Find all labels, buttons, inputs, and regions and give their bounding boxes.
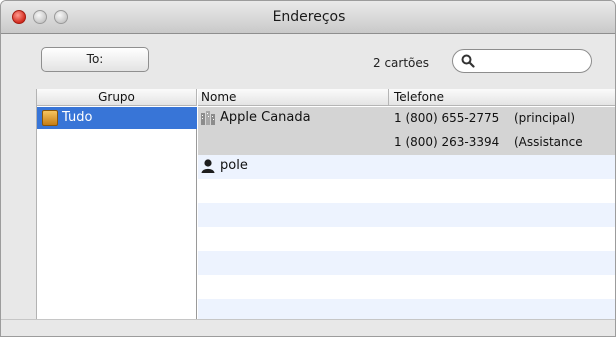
list-item-apple-canada[interactable]: Apple Canada 1 (800) 655-2775 (principal…	[198, 107, 615, 155]
toolbar: To: 2 cartões	[1, 35, 615, 89]
phone-label: (principal)	[514, 111, 576, 125]
column-divider[interactable]	[388, 89, 389, 106]
row-stripe	[198, 251, 615, 275]
list-header: Nome Telefone	[198, 89, 615, 106]
content-area: Grupo Nome Telefone Tudo Apple Canada 1 …	[36, 89, 615, 319]
row-stripe	[198, 203, 615, 227]
row-stripe	[198, 299, 615, 319]
phone-number: 1 (800) 263-3394	[394, 135, 500, 149]
address-window: Endereços To: 2 cartões Grupo Nome Telef…	[0, 0, 616, 337]
window-bottom-bar	[1, 319, 615, 336]
address-book-group-icon	[42, 110, 58, 126]
contact-list: Apple Canada 1 (800) 655-2775 (principal…	[198, 107, 615, 319]
title-bar[interactable]: Endereços	[1, 1, 615, 34]
person-icon	[201, 159, 215, 173]
group-column-header[interactable]: Grupo	[37, 89, 197, 106]
contact-name: Apple Canada	[220, 110, 311, 125]
search-field[interactable]	[452, 49, 592, 73]
search-input[interactable]	[479, 53, 585, 69]
phone-label: (Assistance	[514, 135, 583, 149]
phone-column-header[interactable]: Telefone	[394, 89, 444, 105]
list-item-pole[interactable]: pole	[198, 155, 615, 179]
card-count: 2 cartões	[373, 56, 430, 70]
to-button[interactable]: To:	[41, 47, 149, 72]
phone-number: 1 (800) 655-2775	[394, 111, 500, 125]
name-column-header[interactable]: Nome	[201, 89, 236, 105]
company-icon	[201, 111, 215, 125]
group-item-tudo[interactable]: Tudo	[37, 107, 197, 129]
group-list: Tudo	[37, 107, 197, 319]
group-label: Tudo	[62, 110, 93, 125]
contact-name: pole	[220, 158, 248, 173]
search-icon	[461, 54, 475, 68]
window-title: Endereços	[272, 9, 346, 25]
